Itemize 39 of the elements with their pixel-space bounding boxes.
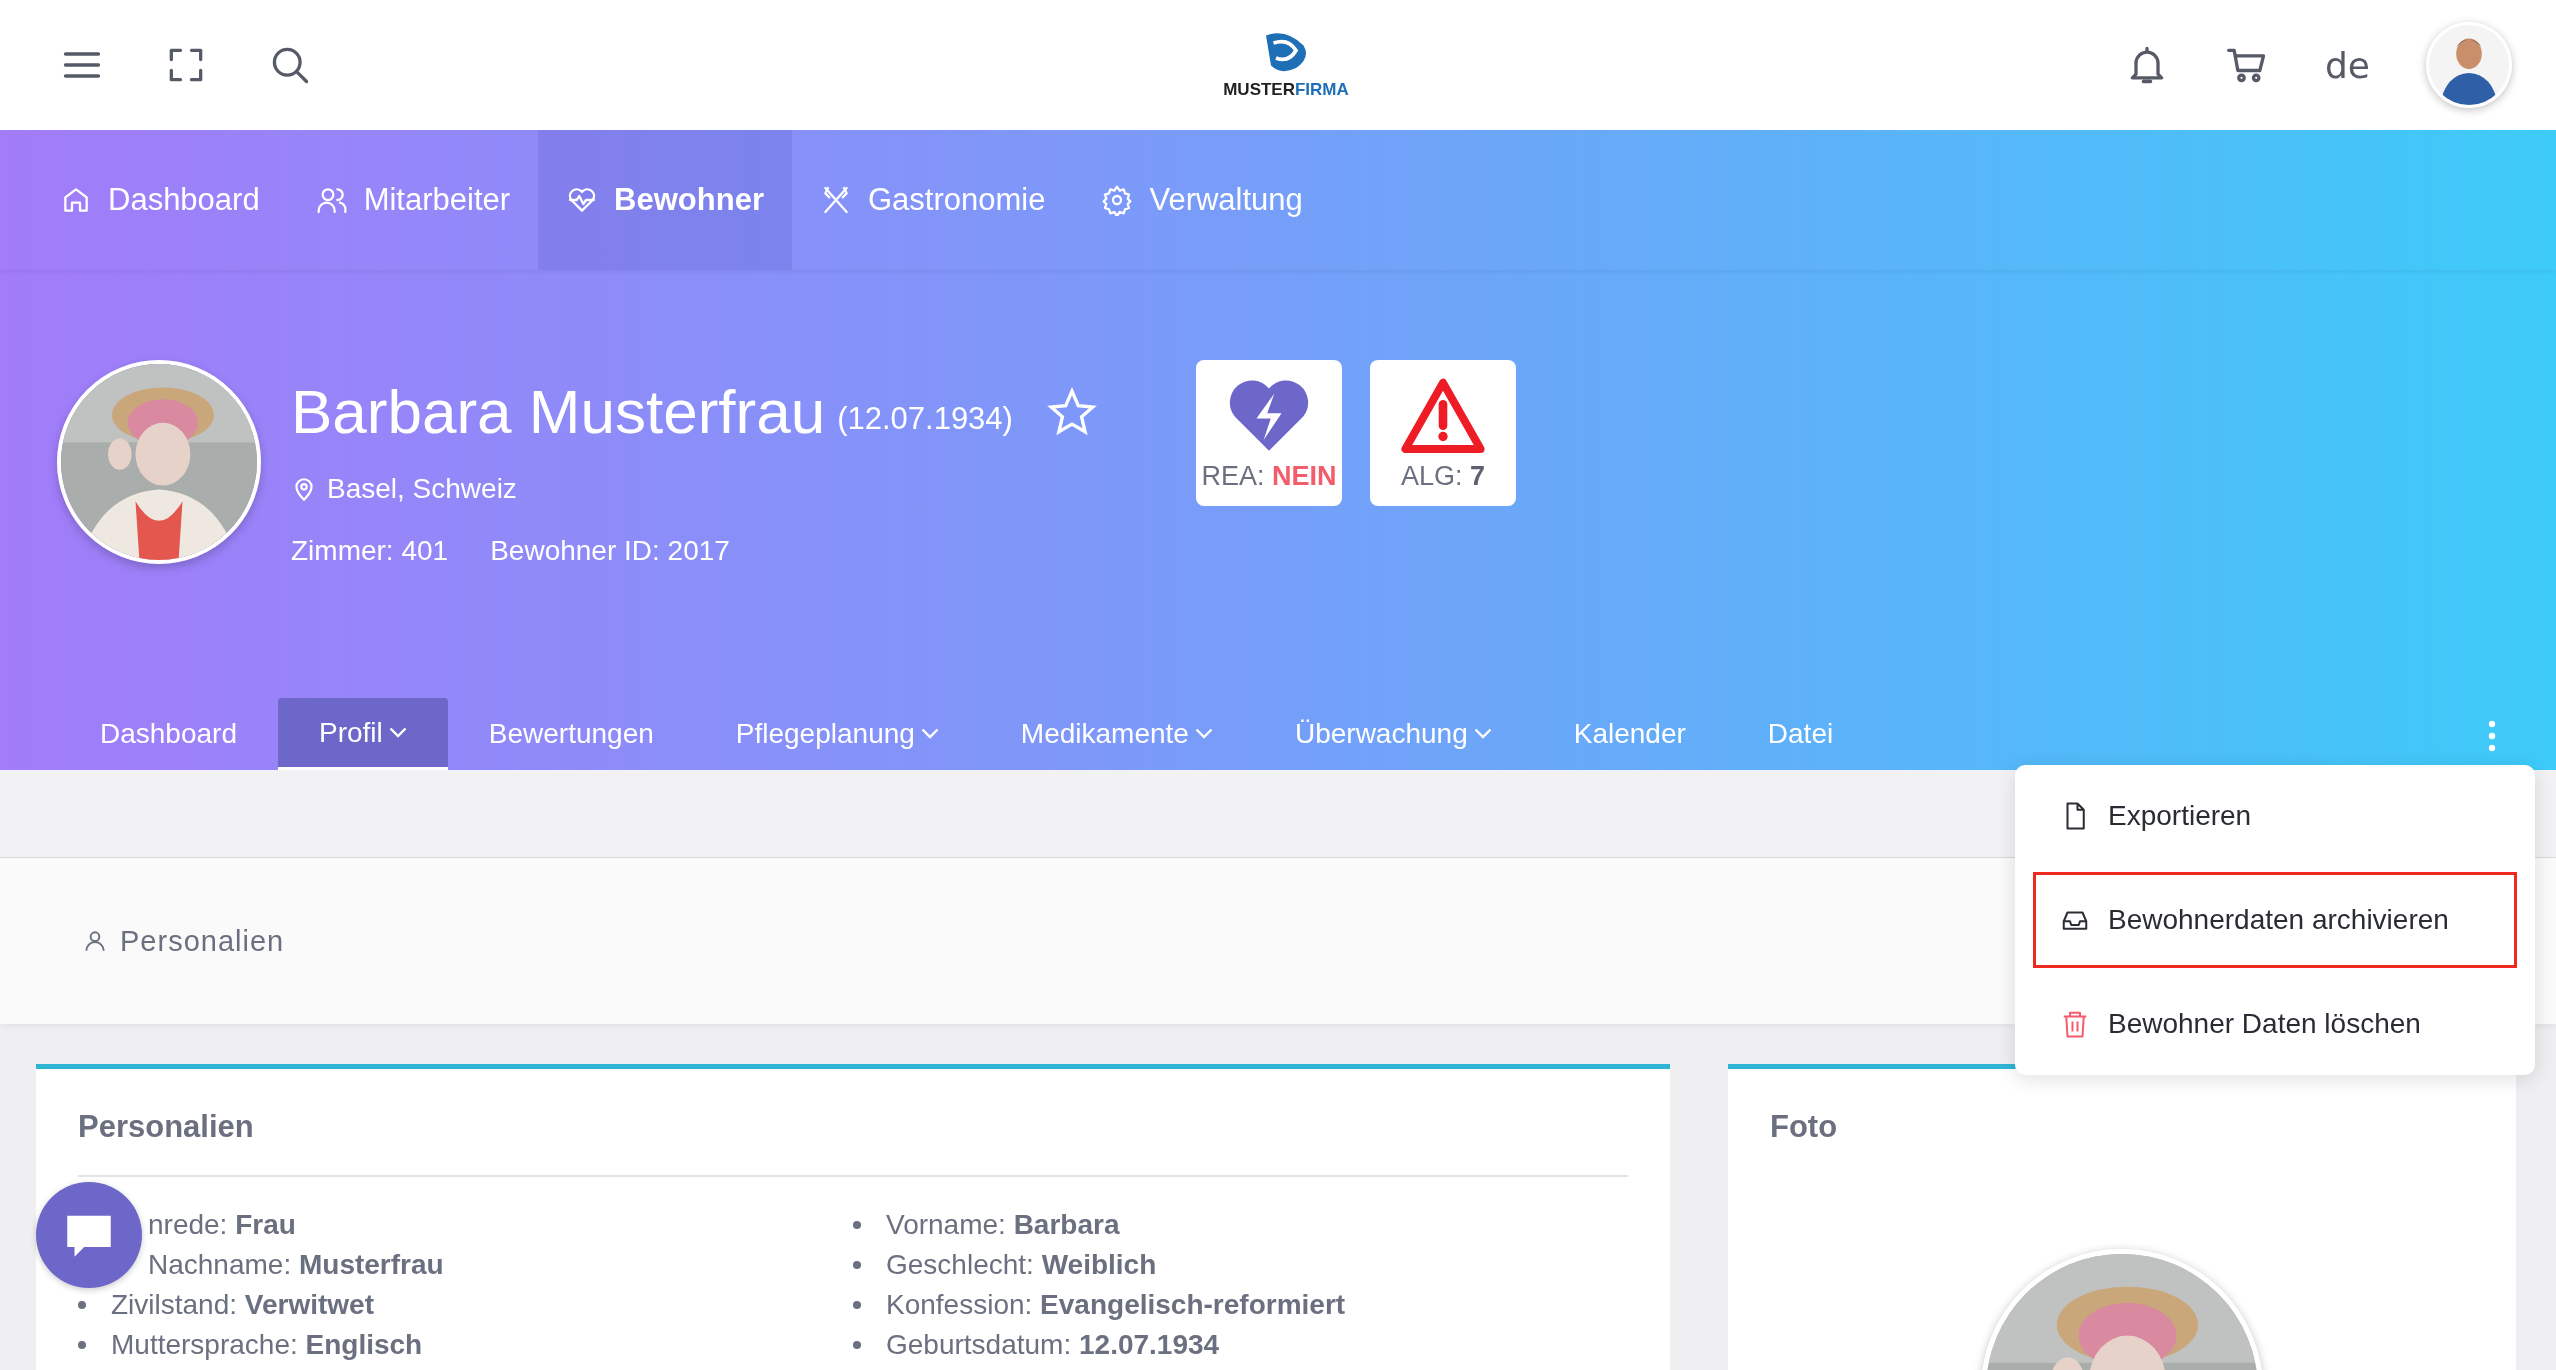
info-text: nrede: Frau	[148, 1209, 296, 1241]
profile-tab[interactable]: Überwachung	[1253, 698, 1533, 770]
nav-item[interactable]: Bewohner	[538, 130, 792, 270]
nav-item[interactable]: Mitarbeiter	[287, 130, 539, 270]
nav-item[interactable]: Gastronomie	[791, 130, 1074, 270]
resident-name: Barbara Musterfrau	[291, 376, 826, 447]
nav-item[interactable]: Verwaltung	[1073, 130, 1331, 270]
profile-tab[interactable]: Dashboard	[59, 698, 278, 770]
info-text: Nachname: Musterfrau	[148, 1249, 444, 1281]
profile-tab[interactable]: Kalender	[1532, 698, 1727, 770]
location-text: Basel, Schweiz	[327, 473, 517, 505]
profile-tab[interactable]: Bewertungen	[447, 698, 695, 770]
profile-tab[interactable]: Datei	[1726, 698, 1875, 770]
logo-text: MUSTERFIRMA	[1223, 80, 1349, 100]
gear-icon	[1101, 184, 1134, 216]
section-title: Personalien	[120, 924, 285, 958]
profile-tab[interactable]: Pflegeplanung	[694, 698, 980, 770]
profile-tab[interactable]: Profil	[278, 698, 448, 770]
status-text: ALG: 7	[1400, 460, 1486, 492]
info-text: Muttersprache: Englisch	[111, 1329, 423, 1361]
nav-item[interactable]: Dashboard	[32, 130, 288, 270]
card-title: Personalien	[78, 1109, 255, 1145]
star-icon[interactable]	[1046, 386, 1097, 437]
info-text: Vorname: Barbara	[886, 1209, 1120, 1241]
info-text: Zivilstand: Verwitwet	[111, 1289, 374, 1321]
birth-date: (12.07.1934)	[837, 400, 1013, 437]
room-number: Zimmer: 401	[291, 535, 449, 567]
info-text: Konfession: Evangelisch-reformiert	[886, 1289, 1346, 1321]
info-text: Geburtsdatum: 12.07.1934	[886, 1329, 1220, 1361]
person-icon	[82, 928, 108, 954]
profile-tab[interactable]: Medikamente	[979, 698, 1254, 770]
menu-item[interactable]: Bewohnerdaten archivieren	[2033, 872, 2517, 968]
menu-item[interactable]: Bewohner Daten löschen	[2033, 976, 2517, 1072]
language-button[interactable]: de	[2325, 44, 2370, 86]
resident-id: Bewohner ID: 2017	[490, 535, 730, 567]
card-title: Foto	[1770, 1109, 1839, 1145]
menu-item[interactable]: Exportieren	[2033, 768, 2517, 864]
info-text: Geschlecht: Weiblich	[886, 1249, 1157, 1281]
status-text: REA: NEIN	[1201, 460, 1337, 492]
